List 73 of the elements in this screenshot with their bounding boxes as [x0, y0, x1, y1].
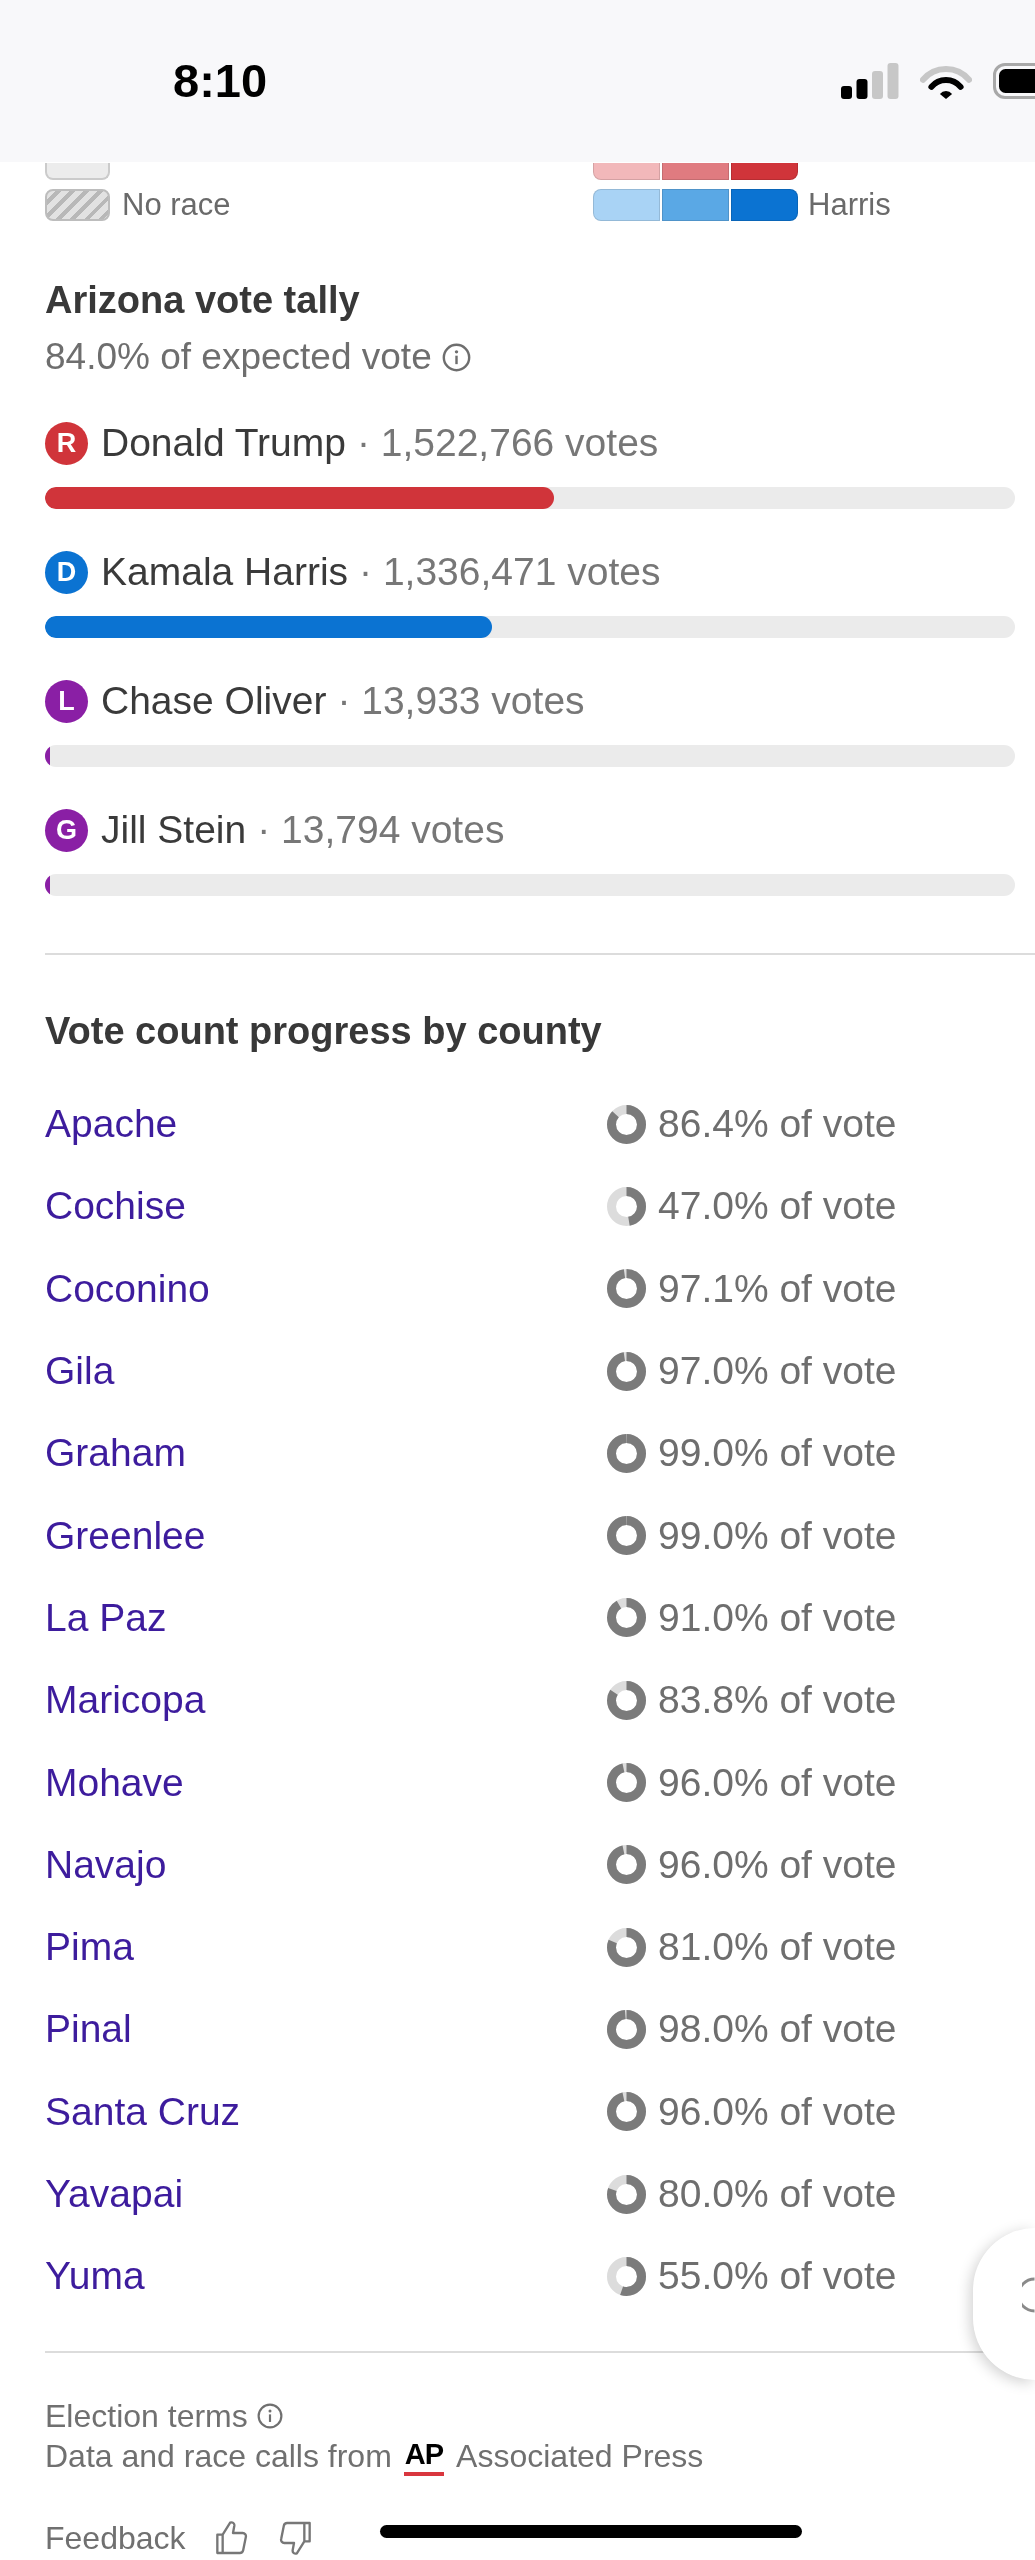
progress-ring-icon	[607, 1845, 646, 1885]
county-link[interactable]: Mohave	[45, 1759, 184, 1806]
party-marker: R	[45, 421, 88, 465]
county-link[interactable]: Coconino	[45, 1265, 210, 1312]
info-icon[interactable]	[256, 2403, 283, 2430]
section-title: Arizona vote tally	[45, 278, 361, 323]
candidate-name: Donald Trump	[101, 421, 346, 465]
vote-count: · 1,336,471 votes	[359, 550, 661, 594]
county-reading: 47.0% of vote	[658, 1183, 897, 1230]
progress-ring-icon	[607, 1680, 646, 1720]
info-icon[interactable]	[441, 342, 471, 372]
expected-vote-text: 84.0% of expected vote	[45, 335, 432, 379]
county-reading: 91.0% of vote	[658, 1594, 897, 1641]
vote-count: · 1,522,766 votes	[356, 421, 659, 465]
progress-ring-icon	[607, 1927, 646, 1967]
county-link[interactable]: Gila	[45, 1348, 115, 1395]
progress-ring-icon	[607, 1351, 646, 1391]
county-link[interactable]: Pinal	[45, 2006, 132, 2053]
county-reading: 80.0% of vote	[658, 2171, 897, 2217]
legend-label: No race	[122, 187, 231, 223]
county-link[interactable]: Greenlee	[45, 1512, 206, 1559]
source-text: Data and race calls from	[45, 2437, 392, 2476]
county-link[interactable]: Navajo	[45, 1841, 167, 1888]
county-reading: 55.0% of vote	[658, 2253, 897, 2300]
battery-icon	[993, 63, 1035, 99]
progress-ring-icon	[607, 1433, 646, 1473]
progress-ring-icon	[607, 2256, 646, 2296]
vote-count: · 13,794 votes	[257, 808, 505, 852]
county-reading: 86.4% of vote	[658, 1101, 897, 1148]
party-marker: L	[45, 679, 88, 723]
county-link[interactable]: Yavapai	[45, 2171, 184, 2217]
candidate-name: Jill Stein	[101, 808, 247, 852]
county-link[interactable]: Santa Cruz	[45, 2088, 241, 2135]
progress-ring-icon	[607, 2174, 646, 2214]
county-reading: 96.0% of vote	[658, 2088, 897, 2135]
county-reading: 99.0% of vote	[658, 1512, 897, 1559]
county-link[interactable]: Yuma	[45, 2253, 145, 2300]
arc-icon	[1022, 2277, 1035, 2313]
progress-ring-icon	[607, 2009, 646, 2049]
status-time: 8:10	[173, 56, 268, 106]
progress-ring-icon	[607, 1516, 646, 1556]
feedback-label: Feedback	[45, 2519, 186, 2558]
legend-label: Harris	[808, 187, 891, 223]
candidate-name: Kamala Harris	[101, 550, 349, 594]
progress-ring-icon	[607, 1598, 646, 1638]
county-reading: 97.0% of vote	[658, 1348, 897, 1395]
progress-ring-icon	[607, 1104, 646, 1144]
county-link[interactable]: Graham	[45, 1430, 186, 1477]
terms-link[interactable]: Election terms	[45, 2397, 248, 2436]
county-reading: 81.0% of vote	[658, 1924, 897, 1971]
county-reading: 99.0% of vote	[658, 1430, 897, 1477]
source-name: Associated Press	[456, 2437, 704, 2476]
county-reading: 83.8% of vote	[658, 1677, 897, 1724]
county-reading: 98.0% of vote	[658, 2006, 897, 2053]
progress-ring-icon	[607, 2092, 646, 2132]
county-link[interactable]: Maricopa	[45, 1677, 206, 1724]
county-link[interactable]: La Paz	[45, 1594, 167, 1641]
section-title: Vote count progress by county	[45, 1009, 603, 1054]
party-marker: D	[45, 550, 88, 594]
county-reading: 96.0% of vote	[658, 1759, 897, 1806]
county-reading: 96.0% of vote	[658, 1841, 897, 1888]
county-reading: 97.1% of vote	[658, 1265, 897, 1312]
county-link[interactable]: Cochise	[45, 1183, 186, 1230]
progress-ring-icon	[607, 1186, 646, 1226]
progress-ring-icon	[607, 1269, 646, 1309]
county-link[interactable]: Pima	[45, 1924, 134, 1971]
candidate-name: Chase Oliver	[101, 679, 327, 723]
party-marker: G	[45, 808, 88, 852]
source-logo: AP	[403, 2440, 445, 2476]
vote-count: · 13,933 votes	[337, 679, 585, 723]
county-link[interactable]: Apache	[45, 1101, 178, 1148]
progress-ring-icon	[607, 1763, 646, 1802]
signal-icon	[841, 63, 899, 99]
